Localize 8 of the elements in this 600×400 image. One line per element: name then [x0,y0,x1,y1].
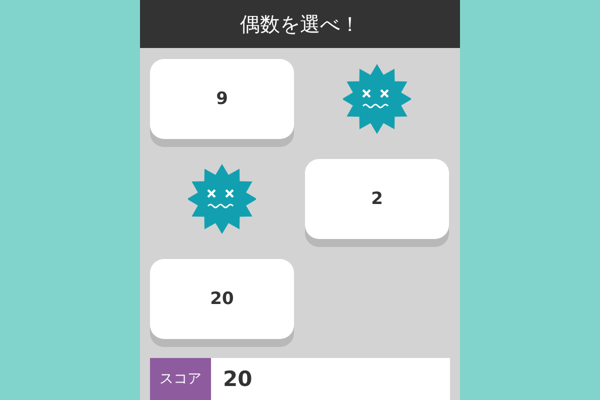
number-card[interactable]: 9 [150,59,294,139]
number-card[interactable]: 20 [150,259,294,339]
dizzy-monster-icon [188,164,256,234]
score-value: 20 [223,367,252,391]
header-title: 偶数を選べ！ [140,0,460,48]
score-label: スコア [150,358,211,400]
number-card[interactable]: 2 [305,159,449,239]
dizzy-monster-icon [343,64,411,134]
